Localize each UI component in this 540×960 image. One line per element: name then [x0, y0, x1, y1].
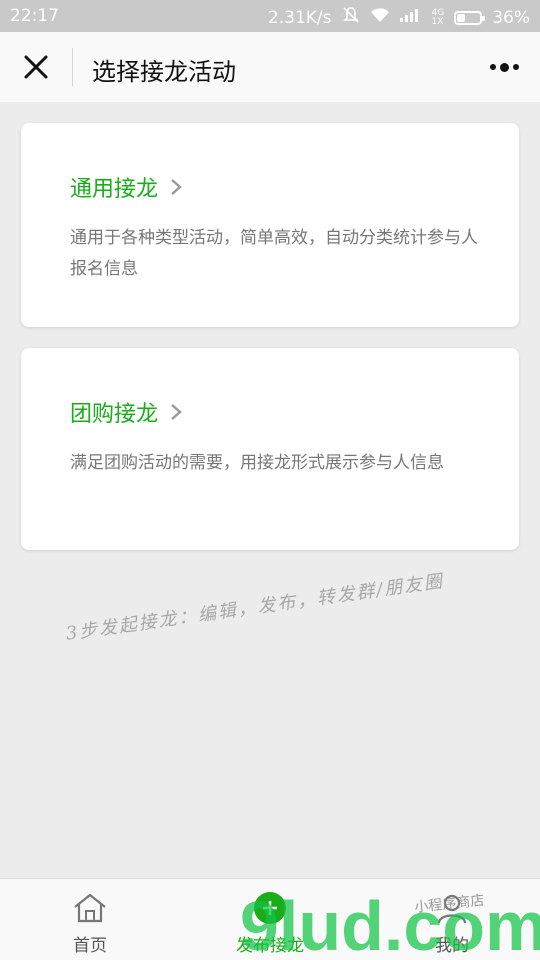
- card-description: 通用于各种类型活动，简单高效，自动分类统计参与人报名信息: [70, 228, 478, 279]
- status-indicators: 2.31K/s 4G 1X 36%: [268, 6, 530, 29]
- network-speed: 2.31K/s: [267, 7, 332, 28]
- more-icon: [489, 64, 496, 70]
- nav-bar: 选择接龙活动: [0, 32, 540, 102]
- tab-publish[interactable]: 发布接龙: [210, 879, 330, 960]
- tab-bar: 首页 发布接龙 我的: [0, 878, 540, 960]
- wifi-icon: [370, 7, 390, 28]
- status-time: 22:17: [10, 6, 59, 26]
- tab-label: 发布接龙: [236, 936, 304, 956]
- plus-icon: [254, 892, 286, 924]
- card-description: 满足团购活动的需要，用接龙形式展示参与人信息: [70, 453, 444, 473]
- close-icon: [24, 55, 48, 79]
- card-title: 通用接龙: [70, 171, 182, 203]
- handwritten-note: 3步发起接龙：编辑，发布，转发群/朋友圈: [64, 570, 446, 645]
- signal-icon: [399, 7, 422, 28]
- chevron-right-icon: [171, 404, 182, 420]
- nav-divider: [72, 48, 73, 86]
- tab-mine[interactable]: 我的: [392, 879, 512, 960]
- battery-percent: 36%: [492, 7, 530, 28]
- card-group-buy-relay[interactable]: 团购接龙 满足团购活动的需要，用接龙形式展示参与人信息: [21, 348, 519, 550]
- close-button[interactable]: [18, 49, 54, 85]
- network-type: 4G 1X: [431, 7, 445, 27]
- tab-label: 我的: [435, 936, 469, 956]
- more-button[interactable]: [486, 56, 522, 78]
- chevron-right-icon: [171, 179, 182, 195]
- card-general-relay[interactable]: 通用接龙 通用于各种类型活动，简单高效，自动分类统计参与人报名信息: [21, 123, 519, 327]
- person-icon: [436, 891, 468, 925]
- mute-icon: [342, 6, 360, 29]
- status-bar: 22:17 2.31K/s 4G 1X 36%: [0, 0, 540, 32]
- battery-icon: [454, 10, 486, 25]
- battery-level: [457, 13, 466, 22]
- tab-home[interactable]: 首页: [30, 879, 150, 960]
- home-icon: [72, 891, 108, 925]
- tab-label: 首页: [73, 936, 107, 956]
- card-title: 团购接龙: [70, 396, 182, 428]
- page-title: 选择接龙活动: [92, 58, 236, 86]
